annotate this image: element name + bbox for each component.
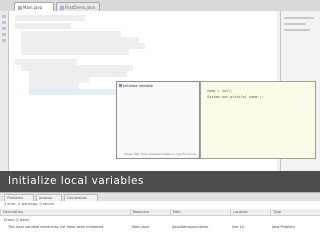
table-row[interactable]: The local variable name may not have bee…	[0, 224, 320, 230]
gutter-marker	[2, 15, 6, 18]
problem-type: Java Problem	[272, 225, 295, 229]
caption-banner: Initialize local variables	[0, 171, 320, 192]
problem-description: Errors (1 item)	[4, 218, 30, 222]
tab-label: Declaration	[67, 196, 88, 200]
tab-declaration[interactable]: Declaration	[64, 194, 98, 201]
table-row[interactable]: Errors (1 item)	[0, 217, 320, 223]
view-tab-strip: Problems Javadoc Declaration	[0, 193, 320, 201]
tab-label: Javadoc	[39, 196, 53, 200]
tab-firstdemo-java[interactable]: FirstDemo.java	[56, 2, 100, 11]
quickfix-footer: Press 'Tab' from proposal table or click…	[124, 152, 196, 156]
preview-line: name = null;	[207, 89, 233, 93]
slide-caption: Initialize local variables	[8, 175, 144, 187]
java-file-icon	[18, 6, 22, 10]
code-line	[15, 23, 71, 29]
tab-javadoc[interactable]: Javadoc	[36, 194, 62, 201]
java-file-icon	[60, 6, 64, 10]
problem-path: /JavaDemo/src/demo	[172, 225, 209, 229]
quickfix-icon	[119, 84, 122, 87]
problem-location: line 10	[232, 225, 244, 229]
column-header[interactable]: Description	[0, 209, 130, 215]
column-header[interactable]: Type	[270, 209, 320, 215]
problems-view: Problems Javadoc Declaration 1 error, 0 …	[0, 192, 320, 241]
tab-label: Problems	[7, 196, 24, 200]
code-line	[21, 49, 129, 55]
preview-line: System.out.println( name );	[207, 95, 264, 99]
code-line	[15, 15, 85, 21]
problems-summary: 1 error, 0 warnings, 0 others	[4, 202, 54, 206]
tab-label: FirstDemo.java	[65, 5, 95, 10]
tab-problems[interactable]: Problems	[4, 194, 34, 201]
problem-description: The local variable name may not have bee…	[8, 225, 104, 229]
outline-item[interactable]	[284, 23, 306, 25]
quickfix-item-initialize[interactable]: Initialize variable	[119, 83, 157, 89]
column-header[interactable]: Path	[170, 209, 230, 215]
gutter-marker	[2, 39, 6, 42]
problem-resource: Main.java	[132, 225, 149, 229]
problems-table-header: Description Resource Path Location Type	[0, 209, 320, 216]
gutter-marker	[2, 33, 6, 36]
tab-main-java[interactable]: Main.java	[14, 2, 54, 11]
quickfix-proposals[interactable]: Initialize variable Press 'Tab' from pro…	[116, 81, 200, 159]
left-gutter-pane	[0, 11, 9, 171]
quickfix-item-label: Initialize variable	[123, 84, 153, 88]
outline-item[interactable]	[284, 29, 310, 31]
quickfix-preview: name = null; System.out.println( name );	[200, 81, 316, 159]
gutter-marker	[2, 21, 6, 24]
column-header[interactable]: Resource	[130, 209, 170, 215]
gutter-marker	[2, 27, 6, 30]
column-header[interactable]: Location	[230, 209, 270, 215]
tab-label: Main.java	[23, 5, 43, 10]
outline-item[interactable]	[284, 17, 314, 19]
